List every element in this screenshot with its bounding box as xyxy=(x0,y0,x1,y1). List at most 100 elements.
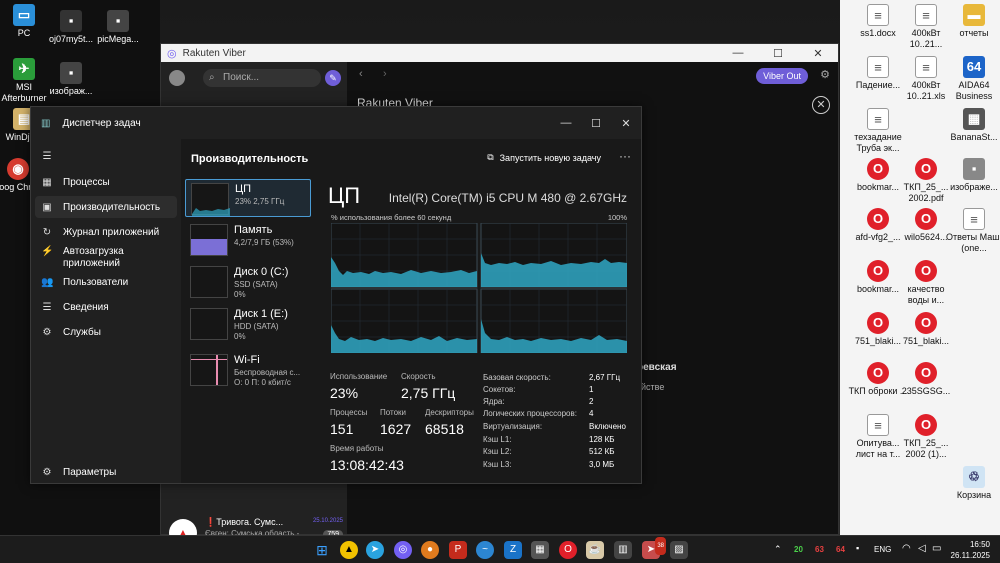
spec-value: 128 КБ xyxy=(589,435,615,444)
new-task-icon: ⧉ xyxy=(487,152,494,162)
resource-cpu[interactable]: ЦП 23% 2,75 ГГц xyxy=(185,179,311,217)
minimize-button[interactable]: — xyxy=(551,117,581,130)
telegram-icon[interactable]: ➤ xyxy=(366,541,384,559)
opera-icon: O xyxy=(867,362,889,384)
app-taskbar-icon[interactable]: ▲ xyxy=(340,541,358,559)
desktop-icon[interactable]: ≡ техзадание Труба эк... xyxy=(848,108,908,154)
browser-icon[interactable]: ● xyxy=(421,541,439,559)
resource-wifi[interactable]: Wi-Fi Беспроводная с... О: 0 П: 0 кбит/с xyxy=(185,351,311,389)
run-new-task-button[interactable]: ⧉ Запустить новую задачу xyxy=(487,152,601,163)
clock[interactable]: 16:50 26.11.2025 xyxy=(951,539,990,561)
opera-icon: O xyxy=(867,158,889,180)
maximize-button[interactable]: ☐ xyxy=(581,117,611,130)
resource-disk-1[interactable]: Диск 1 (E:) HDD (SATA) 0% xyxy=(185,305,311,343)
hamburger-menu-button[interactable]: ☰ xyxy=(35,145,59,167)
resource-memory[interactable]: Память 4,2/7,9 ГБ (53%) xyxy=(185,221,311,259)
avatar[interactable] xyxy=(169,70,185,86)
viber-window-title: Rakuten Viber xyxy=(182,47,246,59)
desktop-icon[interactable]: ▬ отчеты xyxy=(944,4,1000,39)
hamburger-icon: ☰ xyxy=(42,150,52,162)
image-file-icon: ▪ xyxy=(963,158,985,180)
spec-value: 1 xyxy=(589,385,594,394)
nav-performance[interactable]: ▣ Производительность xyxy=(35,196,177,218)
aida64-icon: 64 xyxy=(963,56,985,78)
spec-value: 2,67 ГГц xyxy=(589,373,621,382)
desktop-icon[interactable]: O 751_blaki... xyxy=(896,312,956,347)
resource-disk-0[interactable]: Диск 0 (C:) SSD (SATA) 0% xyxy=(185,263,311,301)
close-button[interactable]: ✕ xyxy=(798,47,838,60)
tray-value: 20 xyxy=(794,545,803,554)
gear-icon[interactable]: ⚙ xyxy=(820,68,830,81)
nav-details[interactable]: ☰ Сведения xyxy=(35,296,177,318)
desktop-icon[interactable]: ▪ изображ... xyxy=(41,62,101,97)
cpu-thumbnail xyxy=(191,183,230,216)
viber-icon[interactable]: ◎ xyxy=(394,541,412,559)
opera-icon[interactable]: O xyxy=(559,541,577,559)
chat-subtitle-fragment: йстве xyxy=(641,382,665,392)
search-input[interactable]: ⌕ Поиск... xyxy=(203,69,321,87)
desktop-icon[interactable]: ▪ picMega... xyxy=(88,10,148,45)
task-manager-window: ▥ Диспетчер задач — ☐ ✕ ☰ ▦ Процессы ▣ Про… xyxy=(30,106,642,484)
desktop-icon[interactable]: 64 AIDA64 Business xyxy=(944,56,1000,102)
speed-value: 2,75 ГГц xyxy=(401,385,456,401)
active-app-icon[interactable]: ➤ 38 xyxy=(642,537,666,559)
page-title: Производительность xyxy=(191,153,309,165)
opera-icon: O xyxy=(915,260,937,282)
window-title: Диспетчер задач xyxy=(62,117,141,129)
core-graph-2 xyxy=(331,288,478,353)
task-manager-taskbar-icon[interactable]: ▥ xyxy=(614,541,632,559)
desktop-icon[interactable]: ≡ Ответы Маш.(one... xyxy=(944,208,1000,254)
desktop-icon[interactable]: O ТКП_25_... 2002 (1)... xyxy=(896,414,956,460)
tray-icon[interactable]: ▪ xyxy=(856,543,859,553)
desktop-icon[interactable]: O 235SGSG... xyxy=(896,362,956,397)
desktop-icon[interactable]: ▦ BananaSt... xyxy=(944,108,1000,143)
cpu-core-graphs xyxy=(331,223,627,353)
language-indicator[interactable]: ENG xyxy=(874,545,891,554)
photos-icon[interactable]: ▨ xyxy=(670,541,688,559)
usage-label: Использование xyxy=(330,372,388,381)
desktop-icon[interactable]: ♲ Корзина xyxy=(944,466,1000,501)
nav-app-history[interactable]: ↻ Журнал приложений xyxy=(35,221,177,243)
calendar-icon[interactable]: ▦ xyxy=(531,541,549,559)
minimize-button[interactable]: — xyxy=(718,47,758,60)
notification-badge: 38 xyxy=(655,537,666,555)
app-icon[interactable]: Z xyxy=(504,541,522,559)
memory-thumbnail xyxy=(190,224,228,256)
viber-titlebar: ◎ Rakuten Viber — ☐ ✕ xyxy=(161,44,838,62)
desktop-icon[interactable]: Oкачество воды и... xyxy=(896,260,956,306)
start-button[interactable]: ⊞ xyxy=(313,541,331,559)
nav-services[interactable]: ⚙ Службы xyxy=(35,321,177,343)
spec-label: Логических процессоров: xyxy=(483,409,577,418)
app-icon[interactable]: P xyxy=(449,541,467,559)
chevron-up-icon[interactable]: ⌃ xyxy=(774,544,782,555)
app-icon[interactable]: ~ xyxy=(476,541,494,559)
compose-button[interactable]: ✎ xyxy=(325,70,341,86)
close-icon[interactable]: ✕ xyxy=(812,96,830,114)
nav-settings[interactable]: ⚙ Параметры xyxy=(35,461,177,483)
battery-icon[interactable]: ▭ xyxy=(932,543,941,554)
uptime-value: 13:08:42:43 xyxy=(330,457,404,473)
forward-arrow-icon[interactable]: › xyxy=(383,68,387,80)
spec-label: Виртуализация: xyxy=(483,422,543,431)
viber-out-button[interactable]: Viber Out xyxy=(756,68,808,84)
app-icon[interactable]: ☕ xyxy=(586,541,604,559)
resource-detail: SSD (SATA) xyxy=(234,280,278,289)
wifi-icon[interactable]: ◠ xyxy=(902,543,911,554)
document-icon: ≡ xyxy=(963,208,985,230)
nav-startup[interactable]: ⚡ Автозагрузка приложений xyxy=(35,243,177,269)
desktop-icon[interactable]: ▪ изображе... xyxy=(944,158,1000,193)
resource-name: Память xyxy=(234,224,273,236)
opera-icon: O xyxy=(867,208,889,230)
more-options-button[interactable]: ··· xyxy=(619,149,631,163)
maximize-button[interactable]: ☐ xyxy=(758,47,798,60)
monitor-icon: ▭ xyxy=(13,4,35,26)
gear-icon: ⚙ xyxy=(42,466,52,478)
volume-icon[interactable]: ◁ xyxy=(918,543,926,554)
back-arrow-icon[interactable]: ‹ xyxy=(359,68,363,80)
nav-users[interactable]: 👥 Пользователи xyxy=(35,271,177,293)
performance-icon: ▣ xyxy=(42,201,52,213)
chrome-icon: ◉ xyxy=(7,158,29,180)
processes-value: 151 xyxy=(330,421,354,437)
nav-processes[interactable]: ▦ Процессы xyxy=(35,171,177,193)
close-button[interactable]: ✕ xyxy=(611,117,641,130)
